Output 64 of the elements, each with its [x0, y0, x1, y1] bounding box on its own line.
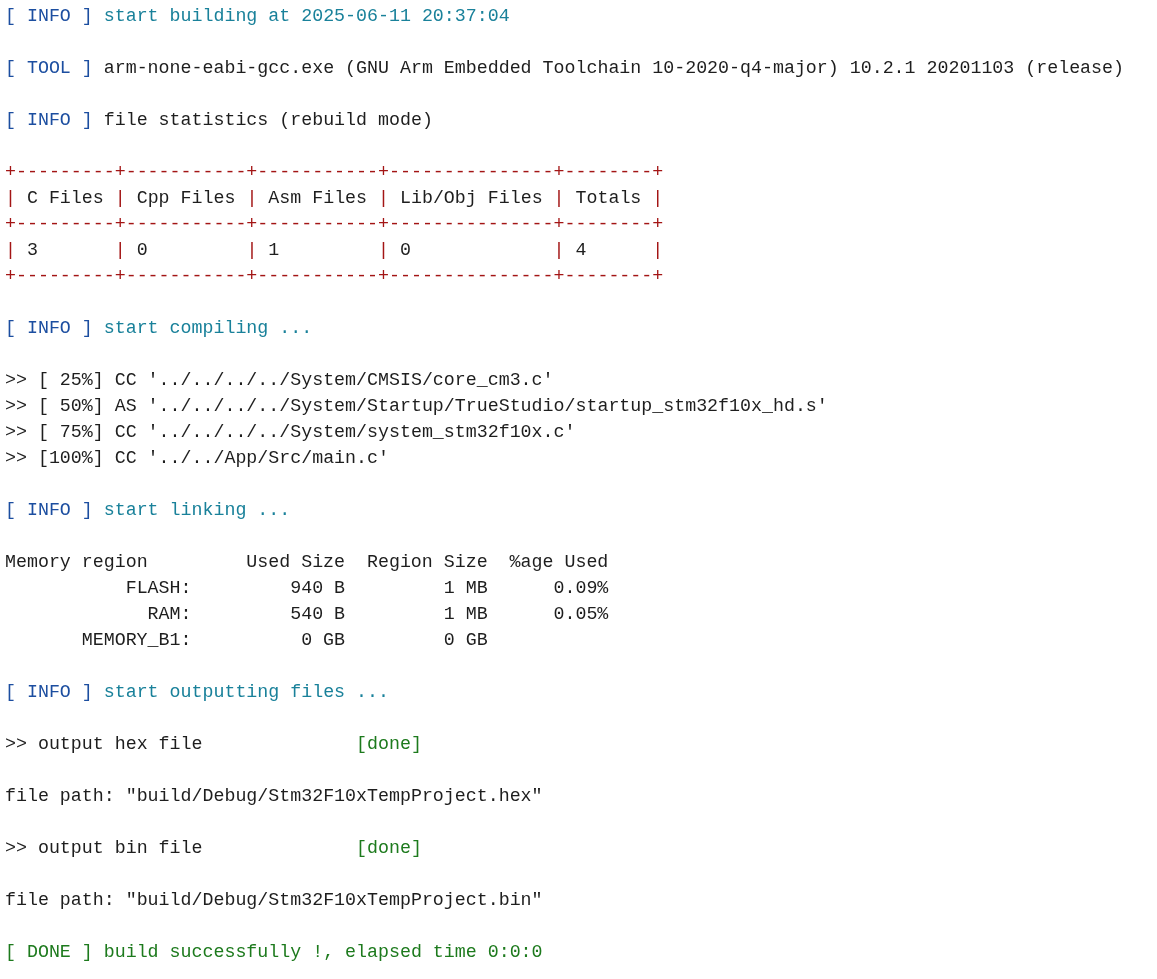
log-message: start compiling ...	[103, 317, 313, 340]
log-line: >> [ 25%] CC '../../../../System/CMSIS/core_cm3.c'	[5, 369, 554, 392]
table-header-cell-text: Asm Files	[267, 187, 369, 210]
table-cell-text: 0	[399, 239, 412, 262]
table-header-cell-text: Totals	[574, 187, 643, 210]
table-cell-text: 940 B	[290, 577, 346, 600]
log-message: build successfully !, elapsed time 0:0:0	[103, 941, 543, 964]
table-cell-text: 1	[267, 239, 281, 262]
table-separator: |	[553, 239, 565, 262]
table-cell-text: 540 B	[290, 603, 346, 626]
column-header: Memory region	[5, 551, 148, 574]
table-cell-text: 1 MB	[443, 577, 488, 600]
table-separator: |	[378, 239, 389, 262]
table-cell-text: 0 GB	[443, 629, 488, 652]
table-separator: |	[652, 187, 664, 210]
table-separator: |	[246, 187, 258, 210]
log-message: start outputting files ...	[103, 681, 389, 704]
table-cell-text: 3	[25, 239, 39, 262]
table-cell-text: FLASH:	[125, 577, 192, 600]
log-line: file path: "build/Debug/Stm32F10xTempProject.bin"	[5, 889, 543, 912]
table-cell-text: RAM:	[147, 603, 192, 626]
table-cell-text: 0.05%	[553, 603, 609, 626]
table-header-cell-text: C Files	[25, 187, 105, 210]
log-level-tag: [ INFO ]	[5, 107, 93, 133]
table-separator: |	[553, 187, 565, 210]
table-cell-text: 0.09%	[553, 577, 609, 600]
log-level-tag: [ DONE ]	[5, 939, 93, 965]
log-line: >> output bin file	[5, 837, 204, 860]
column-header: %age Used	[509, 551, 609, 574]
log-message: arm-none-eabi-gcc.exe (GNU Arm Embedded Toolchain 10-2020-q4-major) 10.2.1 20201103 (release)	[103, 57, 1124, 80]
log-level-tag: [ TOOL ]	[5, 55, 93, 81]
log-level-tag: [ INFO ]	[5, 679, 93, 705]
log-line: file path: "build/Debug/Stm32F10xTempProject.hex"	[5, 785, 543, 808]
table-cell-text: 0	[135, 239, 149, 262]
table-border: +---------+-----------+-----------+---------------+--------+	[5, 265, 664, 288]
table-separator: |	[114, 239, 126, 262]
column-header: Region Size	[367, 551, 488, 574]
log-message: file statistics (rebuild mode)	[103, 109, 433, 132]
table-separator: |	[114, 187, 126, 210]
table-separator: |	[5, 187, 16, 210]
log-line: >> output hex file	[5, 733, 204, 756]
log-level-tag: [ INFO ]	[5, 315, 93, 341]
status-label: [done]	[356, 733, 422, 756]
log-message: start linking ...	[103, 499, 291, 522]
status-label: [done]	[356, 837, 422, 860]
table-border: +---------+-----------+-----------+---------------+--------+	[5, 161, 664, 184]
log-line: >> [100%] CC '../../App/Src/main.c'	[5, 447, 389, 470]
table-separator: |	[378, 187, 389, 210]
log-line: >> [ 50%] AS '../../../../System/Startup/TrueStudio/startup_stm32f10x_hd.s'	[5, 395, 828, 418]
table-header-cell-text: Cpp Files	[135, 187, 237, 210]
log-level-tag: [ INFO ]	[5, 497, 93, 523]
table-separator: |	[5, 239, 16, 262]
table-separator: |	[652, 239, 664, 262]
log-level-tag: [ INFO ]	[5, 3, 93, 29]
table-separator: |	[246, 239, 258, 262]
table-border: +---------+-----------+-----------+---------------+--------+	[5, 213, 664, 236]
table-cell-text: 1 MB	[443, 603, 488, 626]
column-header: Used Size	[246, 551, 346, 574]
log-line: >> [ 75%] CC '../../../../System/system_stm32f10x.c'	[5, 421, 576, 444]
table-header-cell-text: Lib/Obj Files	[399, 187, 544, 210]
table-cell-text: 4	[574, 239, 588, 262]
log-message: start building at 2025-06-11 20:37:04	[103, 5, 510, 28]
table-cell-text: MEMORY_B1:	[81, 629, 192, 652]
table-cell-text: 0 GB	[301, 629, 346, 652]
